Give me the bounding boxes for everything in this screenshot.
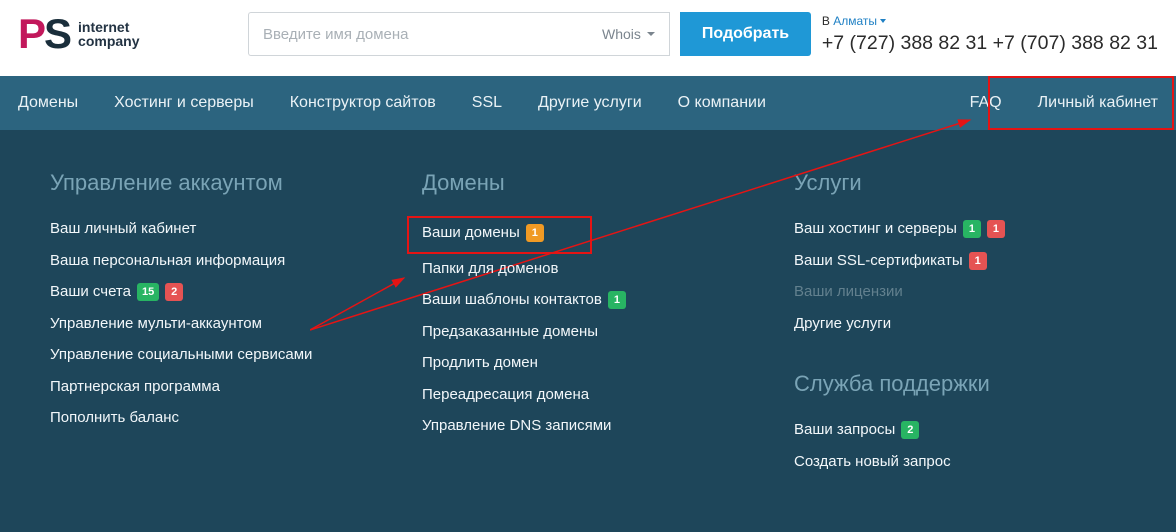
phone-1: +7 (727) 388 82 31 bbox=[822, 32, 987, 54]
col-title-support: Служба поддержки bbox=[794, 371, 1126, 397]
whois-label: Whois bbox=[602, 12, 641, 56]
menu-item-cabinet[interactable]: Ваш личный кабинет bbox=[50, 218, 382, 241]
logo-text: internet company bbox=[78, 20, 139, 48]
city-name[interactable]: Алматы bbox=[833, 14, 877, 28]
menu-item-multiacct[interactable]: Управление мульти-аккаунтом bbox=[50, 313, 382, 336]
search-button[interactable]: Подобрать bbox=[680, 12, 811, 56]
city-prefix: В bbox=[822, 14, 833, 28]
menu-item-hosting[interactable]: Ваш хостинг и серверы 1 1 bbox=[794, 218, 1126, 241]
menu-item-renew[interactable]: Продлить домен bbox=[422, 352, 754, 375]
badge: 2 bbox=[165, 283, 183, 301]
menu-item-your-domains[interactable]: Ваши домены 1 bbox=[416, 218, 754, 249]
mega-col-services: Услуги Ваш хостинг и серверы 1 1 Ваши SS… bbox=[794, 170, 1126, 482]
chevron-down-icon bbox=[880, 19, 886, 23]
col-title: Домены bbox=[422, 170, 754, 196]
nav-faq[interactable]: FAQ bbox=[952, 76, 1020, 130]
menu-item-other[interactable]: Другие услуги bbox=[794, 313, 1126, 336]
domain-search: Whois Подобрать bbox=[248, 12, 811, 56]
menu-item-personal[interactable]: Ваша персональная информация bbox=[50, 250, 382, 273]
mega-col-account: Управление аккаунтом Ваш личный кабинет … bbox=[50, 170, 382, 482]
menu-item-tickets[interactable]: Ваши запросы 2 bbox=[794, 419, 1126, 442]
badge: 1 bbox=[608, 291, 626, 309]
chevron-down-icon bbox=[647, 32, 655, 36]
mega-menu: Управление аккаунтом Ваш личный кабинет … bbox=[0, 130, 1176, 532]
logo-line1: internet bbox=[78, 20, 139, 34]
menu-item-licenses: Ваши лицензии bbox=[794, 281, 1126, 304]
menu-item-preorder[interactable]: Предзаказанные домены bbox=[422, 321, 754, 344]
city-selector[interactable]: В Алматы bbox=[822, 14, 1158, 28]
menu-item-dns[interactable]: Управление DNS записями bbox=[422, 415, 754, 438]
nav-domains[interactable]: Домены bbox=[0, 76, 96, 130]
menu-item-social[interactable]: Управление социальными сервисами bbox=[50, 344, 382, 367]
badge: 1 bbox=[526, 224, 544, 242]
logo-line2: company bbox=[78, 34, 139, 48]
nav-ssl[interactable]: SSL bbox=[454, 76, 520, 130]
logo-mark: PS bbox=[18, 10, 70, 58]
nav-about[interactable]: О компании bbox=[660, 76, 784, 130]
badge: 15 bbox=[137, 283, 159, 301]
badge: 1 bbox=[963, 220, 981, 238]
nav-hosting[interactable]: Хостинг и серверы bbox=[96, 76, 272, 130]
nav-sitebuilder[interactable]: Конструктор сайтов bbox=[272, 76, 454, 130]
nav-other-services[interactable]: Другие услуги bbox=[520, 76, 660, 130]
menu-item-sslcerts[interactable]: Ваши SSL-сертификаты 1 bbox=[794, 250, 1126, 273]
logo[interactable]: PS internet company bbox=[18, 10, 218, 58]
col-title: Управление аккаунтом bbox=[50, 170, 382, 196]
menu-item-topup[interactable]: Пополнить баланс bbox=[50, 407, 382, 430]
mega-col-domains: Домены Ваши домены 1 Папки для доменов В… bbox=[422, 170, 754, 482]
nav-account[interactable]: Личный кабинет bbox=[1020, 76, 1176, 130]
col-title: Услуги bbox=[794, 170, 1126, 196]
domain-search-input[interactable] bbox=[248, 12, 588, 56]
badge: 2 bbox=[901, 421, 919, 439]
phone-2: +7 (707) 388 82 31 bbox=[993, 32, 1158, 54]
menu-item-affiliate[interactable]: Партнерская программа bbox=[50, 376, 382, 399]
contact-block: В Алматы +7 (727) 388 82 31 +7 (707) 388… bbox=[822, 14, 1158, 55]
badge: 1 bbox=[987, 220, 1005, 238]
menu-item-invoices[interactable]: Ваши счета 15 2 bbox=[50, 281, 382, 304]
menu-item-redirect[interactable]: Переадресация домена bbox=[422, 384, 754, 407]
phones: +7 (727) 388 82 31 +7 (707) 388 82 31 bbox=[822, 32, 1158, 55]
menu-item-contact-tmpl[interactable]: Ваши шаблоны контактов 1 bbox=[422, 289, 754, 312]
top-bar: PS internet company Whois Подобрать В Ал… bbox=[0, 0, 1176, 76]
whois-dropdown[interactable]: Whois bbox=[588, 12, 670, 56]
main-nav: Домены Хостинг и серверы Конструктор сай… bbox=[0, 76, 1176, 130]
menu-item-domain-folders[interactable]: Папки для доменов bbox=[422, 258, 754, 281]
badge: 1 bbox=[969, 252, 987, 270]
menu-item-new-ticket[interactable]: Создать новый запрос bbox=[794, 451, 1126, 474]
